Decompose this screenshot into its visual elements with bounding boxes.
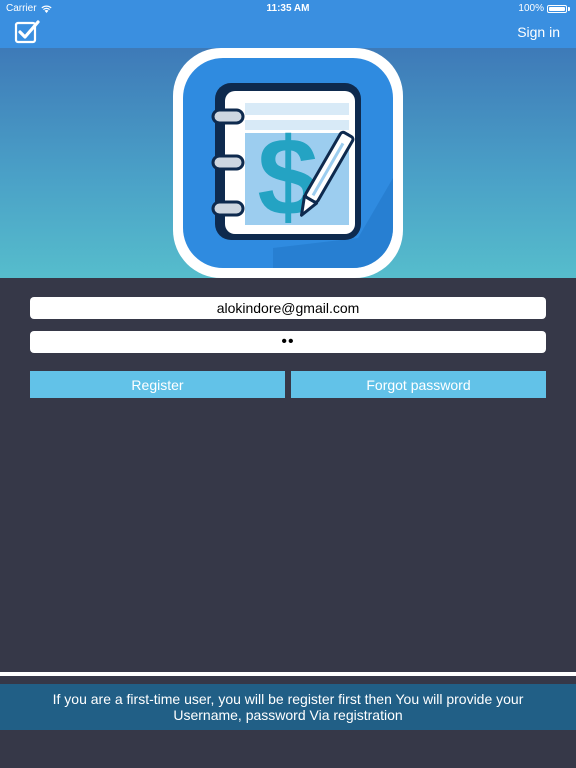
info-banner: If you are a first-time user, you will b…: [0, 684, 576, 730]
checkbox-check-icon[interactable]: [14, 19, 40, 45]
battery-icon: [547, 4, 567, 13]
navigation-bar: Sign in: [0, 16, 576, 48]
forgot-password-button[interactable]: Forgot password: [291, 371, 546, 398]
status-bar: Carrier 11:35 AM 100%: [0, 0, 576, 16]
email-field[interactable]: [30, 297, 546, 319]
password-field[interactable]: [30, 331, 546, 353]
register-button[interactable]: Register: [30, 371, 285, 398]
sign-in-button[interactable]: Sign in: [517, 24, 560, 40]
svg-text:$: $: [257, 116, 318, 239]
clock: 11:35 AM: [266, 3, 310, 14]
dollar-notebook-pen-icon: $: [173, 48, 403, 278]
hero-banner: $: [0, 48, 576, 278]
info-message: If you are a first-time user, you will b…: [52, 691, 524, 723]
divider: [0, 672, 576, 676]
battery-indicator: 100%: [518, 3, 570, 14]
battery-percent: 100%: [518, 3, 544, 14]
